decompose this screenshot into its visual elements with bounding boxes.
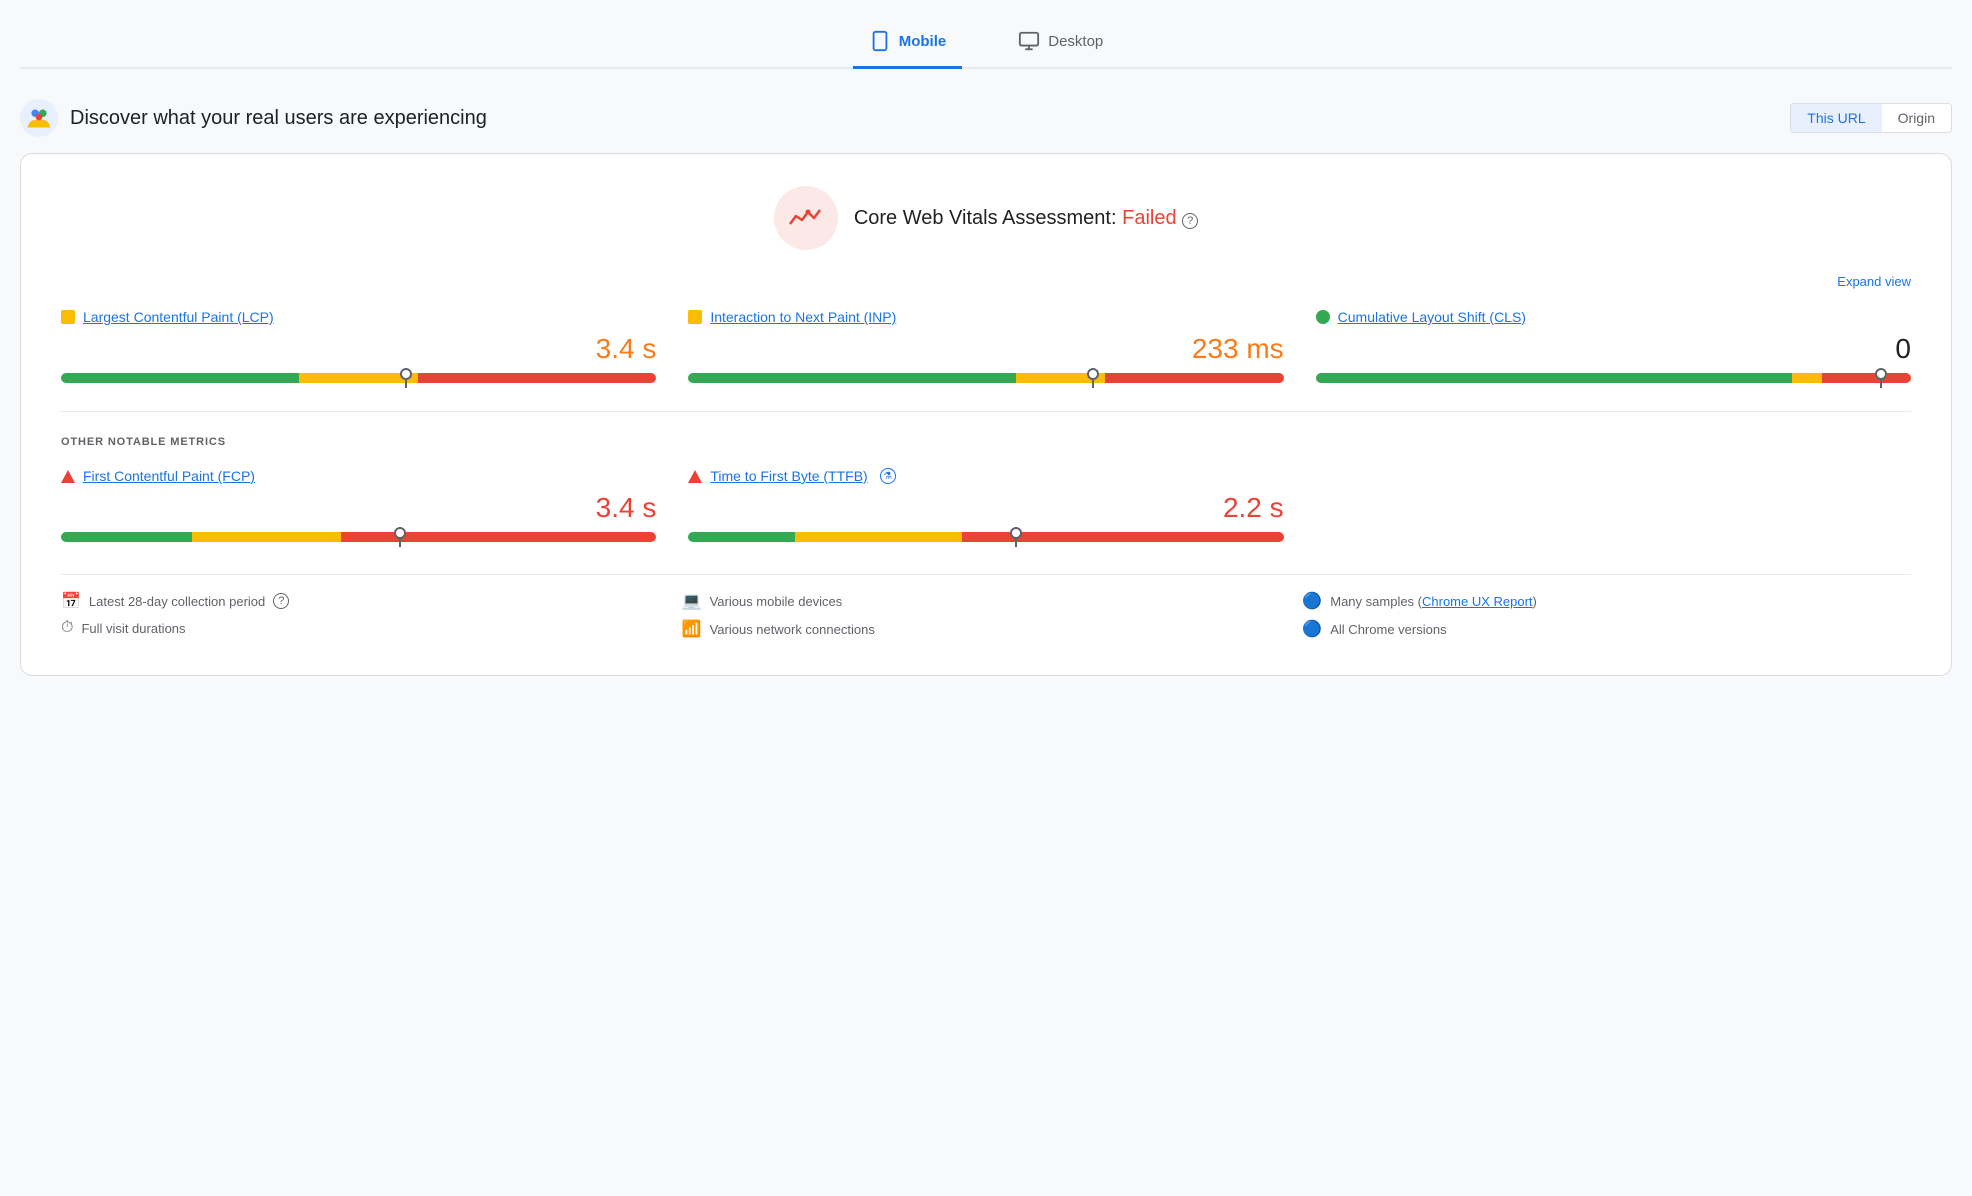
metric-fcp: First Contentful Paint (FCP) 3.4 s: [61, 468, 656, 546]
metric-ttfb-label: Time to First Byte (TTFB) ⚗: [688, 468, 1283, 484]
fcp-bar: [61, 532, 656, 542]
tab-bar: Mobile Desktop: [20, 20, 1952, 69]
ttfb-name[interactable]: Time to First Byte (TTFB): [710, 468, 867, 484]
section-header: Discover what your real users are experi…: [20, 99, 1952, 137]
samples-icon: 🔵: [1302, 591, 1322, 611]
metric-lcp: Largest Contentful Paint (LCP) 3.4 s: [61, 309, 656, 387]
lcp-needle: [400, 368, 412, 388]
footer-col1: 📅 Latest 28-day collection period ? ⏱ Fu…: [61, 591, 670, 647]
metric-ttfb: Time to First Byte (TTFB) ⚗ 2.2 s: [688, 468, 1283, 546]
metrics-divider: [61, 411, 1911, 412]
main-card: Core Web Vitals Assessment: Failed ? Exp…: [20, 153, 1952, 676]
timer-icon: ⏱: [61, 619, 73, 637]
cls-value: 0: [1316, 333, 1911, 365]
expand-link[interactable]: Expand view: [1837, 274, 1911, 289]
footer-grid: 📅 Latest 28-day collection period ? ⏱ Fu…: [61, 574, 1911, 647]
tab-mobile-label: Mobile: [899, 33, 947, 50]
footer-visit-text: Full visit durations: [81, 621, 185, 636]
desktop-icon: [1018, 30, 1040, 52]
footer-collection-period: 📅 Latest 28-day collection period ?: [61, 591, 670, 611]
cwv-icon-wrap: [774, 186, 838, 250]
metric-cls: Cumulative Layout Shift (CLS) 0: [1316, 309, 1911, 387]
calendar-icon: 📅: [61, 591, 81, 611]
fcp-needle: [394, 527, 406, 547]
cwv-assessment-label: Core Web Vitals Assessment:: [854, 207, 1117, 229]
footer-devices-text: Various mobile devices: [710, 594, 843, 609]
other-metrics-grid: First Contentful Paint (FCP) 3.4 s Time …: [61, 468, 1911, 546]
footer-mobile-devices: 💻 Various mobile devices: [682, 591, 1291, 611]
metric-inp-label: Interaction to Next Paint (INP): [688, 309, 1283, 325]
footer-chrome-versions: 🔵 All Chrome versions: [1302, 619, 1911, 639]
fcp-name[interactable]: First Contentful Paint (FCP): [83, 468, 255, 484]
cwv-title: Core Web Vitals Assessment: Failed ?: [854, 207, 1198, 230]
cwv-assessment-status: Failed: [1122, 207, 1176, 229]
network-icon: 📶: [682, 619, 702, 639]
ttfb-info-icon[interactable]: ⚗: [880, 468, 896, 484]
tab-mobile[interactable]: Mobile: [853, 20, 963, 69]
footer-samples: 🔵 Many samples (Chrome UX Report): [1302, 591, 1911, 611]
footer-collection-text: Latest 28-day collection period: [89, 594, 265, 609]
collection-help-icon[interactable]: ?: [273, 593, 289, 609]
cls-bar: [1316, 373, 1911, 383]
section-header-left: Discover what your real users are experi…: [20, 99, 487, 137]
footer-network: 📶 Various network connections: [682, 619, 1291, 639]
lcp-bar: [61, 373, 656, 383]
tab-desktop[interactable]: Desktop: [1002, 20, 1119, 69]
cls-name[interactable]: Cumulative Layout Shift (CLS): [1338, 309, 1526, 325]
chrome-ux-report-link[interactable]: Chrome UX Report: [1422, 594, 1533, 609]
expand-view: Expand view: [61, 274, 1911, 289]
origin-button[interactable]: Origin: [1882, 104, 1951, 132]
fcp-dot: [61, 470, 75, 483]
footer-samples-text: Many samples (Chrome UX Report): [1330, 594, 1537, 609]
cls-needle: [1875, 368, 1887, 388]
metric-cls-label: Cumulative Layout Shift (CLS): [1316, 309, 1911, 325]
lcp-value: 3.4 s: [61, 333, 656, 365]
inp-bar: [688, 373, 1283, 383]
cwv-header: Core Web Vitals Assessment: Failed ?: [61, 186, 1911, 250]
other-metrics-label: OTHER NOTABLE METRICS: [61, 436, 1911, 448]
url-toggle: This URL Origin: [1790, 103, 1952, 133]
metric-lcp-label: Largest Contentful Paint (LCP): [61, 309, 656, 325]
this-url-button[interactable]: This URL: [1791, 104, 1881, 132]
cls-dot: [1316, 310, 1330, 324]
ttfb-dot: [688, 470, 702, 483]
metric-inp: Interaction to Next Paint (INP) 233 ms: [688, 309, 1283, 387]
tab-desktop-label: Desktop: [1048, 33, 1103, 50]
metric-fcp-label: First Contentful Paint (FCP): [61, 468, 656, 484]
lcp-dot: [61, 310, 75, 324]
cwv-help-icon[interactable]: ?: [1182, 213, 1198, 229]
inp-dot: [688, 310, 702, 324]
core-metrics-grid: Largest Contentful Paint (LCP) 3.4 s Int…: [61, 309, 1911, 387]
footer-col3: 🔵 Many samples (Chrome UX Report) 🔵 All …: [1302, 591, 1911, 647]
footer-col2: 💻 Various mobile devices 📶 Various netwo…: [682, 591, 1291, 647]
other-metrics-empty: [1316, 468, 1911, 546]
users-avatar-icon: [20, 99, 58, 137]
ttfb-bar: [688, 532, 1283, 542]
footer-visit-durations: ⏱ Full visit durations: [61, 619, 670, 637]
fcp-value: 3.4 s: [61, 492, 656, 524]
inp-value: 233 ms: [688, 333, 1283, 365]
mobile-icon: [869, 30, 891, 52]
ttfb-needle: [1010, 527, 1022, 547]
footer-network-text: Various network connections: [710, 622, 875, 637]
inp-name[interactable]: Interaction to Next Paint (INP): [710, 309, 896, 325]
devices-icon: 💻: [682, 591, 702, 611]
section-title: Discover what your real users are experi…: [70, 107, 487, 130]
cwv-chart-icon: [788, 204, 824, 232]
ttfb-value: 2.2 s: [688, 492, 1283, 524]
footer-chrome-text: All Chrome versions: [1330, 622, 1446, 637]
lcp-name[interactable]: Largest Contentful Paint (LCP): [83, 309, 274, 325]
inp-needle: [1087, 368, 1099, 388]
chrome-icon: 🔵: [1302, 619, 1322, 639]
